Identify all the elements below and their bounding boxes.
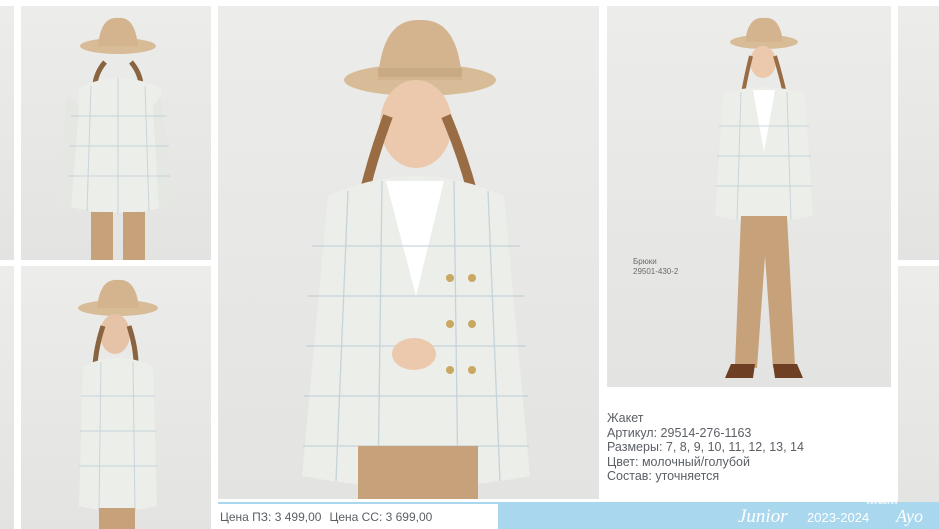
- product-name: Жакет: [607, 411, 644, 425]
- price-pz: Цена ПЗ: 3 499,00: [220, 509, 322, 524]
- edge-photo-right-top: [898, 6, 939, 260]
- product-composition: Состав: уточняется: [607, 469, 720, 484]
- photo-side-view: [21, 266, 211, 529]
- price-ss: Цена СС: 3 699,00: [329, 509, 433, 524]
- watermark-line1: для: [867, 476, 897, 493]
- product-info: Жакет Артикул: 29514-276-1163 Размеры: 7…: [607, 411, 804, 484]
- photo-full-length: [607, 6, 891, 387]
- watermark-line2: мам: [865, 491, 899, 508]
- photo-main-closeup: [218, 6, 599, 499]
- product-color: Цвет: молочный/голубой: [607, 454, 750, 469]
- brand-logo: Ayo: [896, 506, 923, 526]
- product-article: Артикул: 29514-276-1163: [607, 425, 752, 440]
- side-view-illustration: [78, 279, 158, 529]
- full-view-illustration: [715, 17, 813, 378]
- edge-photo-left-bottom: [0, 266, 14, 529]
- brand-season: 2023-2024: [807, 510, 870, 525]
- watermark-logo: для мам: [852, 476, 912, 508]
- edge-photo-left-top: [0, 6, 14, 260]
- main-view-illustration: [302, 19, 530, 499]
- back-view-illustration: [57, 17, 173, 260]
- pants-note: Брюки 29501-430-2: [633, 257, 678, 277]
- price-bar: Цена ПЗ: 3 499,00 Цена СС: 3 699,00: [218, 502, 498, 529]
- pants-article: 29501-430-2: [633, 267, 679, 276]
- product-sizes: Размеры: 7, 8, 9, 10, 11, 12, 13, 14: [607, 440, 804, 455]
- photo-back-view: [21, 6, 211, 260]
- brand-series: Junior: [738, 506, 788, 527]
- pants-name: Брюки: [633, 257, 657, 266]
